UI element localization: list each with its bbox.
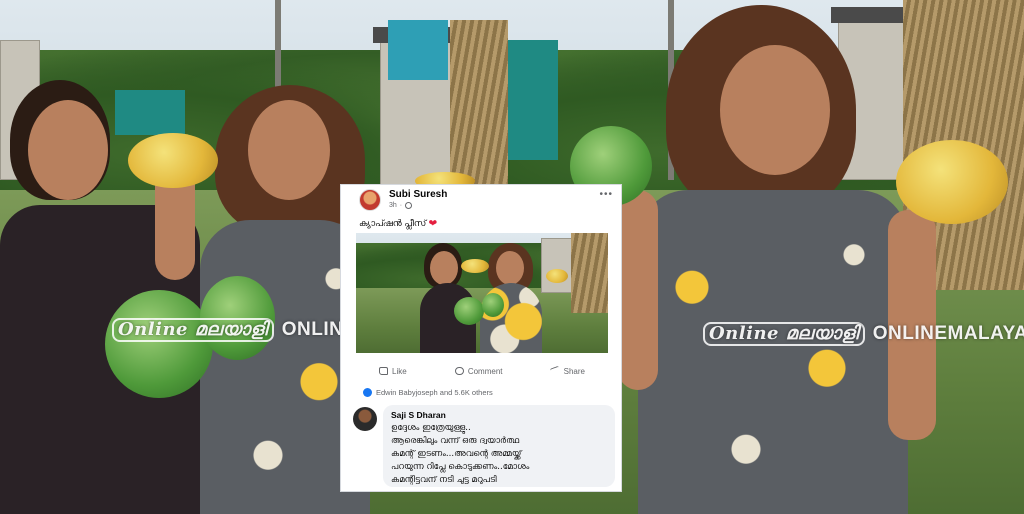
like-icon	[379, 367, 388, 375]
more-icon[interactable]: •••	[599, 189, 613, 200]
post-photo[interactable]	[356, 233, 608, 353]
globe-icon	[405, 202, 413, 209]
commenter-avatar[interactable]	[353, 407, 377, 431]
watermark-logo: Online മലയാളി	[703, 322, 865, 346]
post-actions: Like Comment Share	[351, 363, 613, 379]
watermark-text: ONLINEMALAYALI	[872, 323, 1024, 344]
post-header: Subi Suresh 3h · •••	[351, 189, 613, 215]
shed	[508, 40, 558, 160]
author-avatar[interactable]	[359, 189, 381, 211]
papaya-yellow	[896, 140, 1008, 224]
watermark-logo: Online മലയാളി	[112, 318, 274, 342]
comment-line: കമന്റ് ഇടണം...അവന്റെ അമ്മയ്ക്ക്	[391, 449, 522, 459]
share-icon	[549, 365, 561, 377]
comment-button[interactable]: Comment	[454, 363, 503, 379]
commenter-name[interactable]: Saji S Dharan	[391, 410, 607, 420]
watermark: Online മലയാളി ONLINEMALAYALI	[703, 322, 1024, 346]
comment-text: ഉദ്ദേശം ഇത്രേയുള്ളു.. ആരെങ്കിലും വന്ന് ഒ…	[391, 422, 607, 487]
papaya-yellow	[128, 133, 218, 188]
post-time[interactable]: 3h	[389, 202, 397, 209]
reaction-like-icon	[363, 388, 372, 397]
papaya-green	[105, 290, 213, 398]
heart-icon: ❤	[428, 218, 437, 228]
comment-icon	[454, 367, 464, 375]
facebook-post-card: Subi Suresh 3h · ••• ക്യാപ്ഷൻ പ്ലീസ് ❤ L…	[340, 184, 622, 492]
post-author[interactable]: Subi Suresh	[389, 189, 447, 200]
shed	[115, 90, 185, 135]
reactions-text: Edwin Babyjoseph and 5.6K others	[376, 388, 493, 397]
share-button[interactable]: Share	[549, 363, 585, 379]
post-caption-text: ക്യാപ്ഷൻ പ്ലീസ്	[359, 218, 427, 228]
comment-line: പറയുന്ന റിപ്ലേ കൊടുക്കണം..മോശം	[391, 462, 530, 472]
comment-bubble: Saji S Dharan ഉദ്ദേശം ഇത്രേയുള്ളു.. ആരെങ…	[383, 405, 615, 487]
post-caption: ക്യാപ്ഷൻ പ്ലീസ് ❤	[359, 218, 437, 229]
comment-line: ഉദ്ദേശം ഇത്രേയുള്ളു..	[391, 423, 471, 433]
comment-line: ആരെങ്കിലും വന്ന് ഒരു ദ്വയാർത്ഥ	[391, 436, 520, 446]
reactions-summary[interactable]: Edwin Babyjoseph and 5.6K others	[363, 388, 493, 397]
post-meta: 3h ·	[389, 202, 413, 209]
like-button[interactable]: Like	[379, 363, 407, 379]
comment-line: കമന്റിട്ടവന് നടി ചുട്ട മറുപടി	[391, 475, 497, 485]
blue-tarp	[388, 20, 448, 80]
